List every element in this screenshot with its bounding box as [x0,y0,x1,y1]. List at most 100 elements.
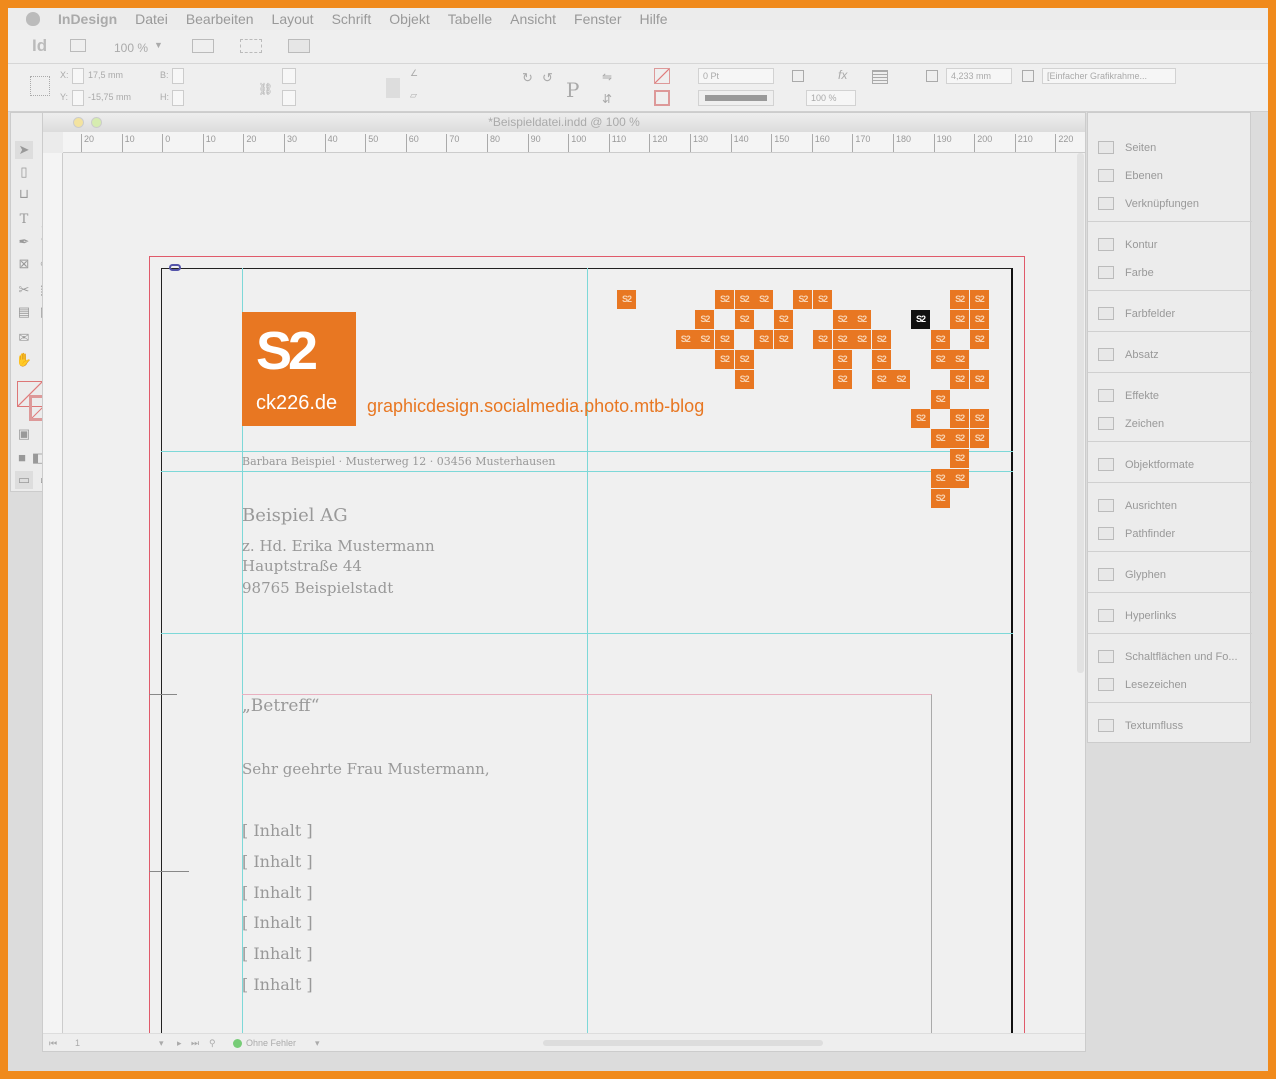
x-field[interactable]: 17,5 mm [88,70,123,80]
logo-block[interactable]: S2 ck226.de [242,312,356,426]
panel-item-glyphen[interactable]: Glyphen [1088,562,1252,588]
panel-item-objektformate[interactable]: Objektformate [1088,452,1252,478]
apple-menu-icon[interactable] [26,12,40,26]
pattern-tile[interactable]: S2 [969,309,989,329]
pattern-tile[interactable]: S2 [832,349,852,369]
y-field[interactable]: -15,75 mm [88,92,131,102]
pattern-tile[interactable]: S2 [871,369,891,389]
page-number-field[interactable]: 1 [75,1034,80,1052]
pattern-tile[interactable]: S2 [950,429,970,449]
menu-fenster[interactable]: Fenster [574,11,621,27]
pen-tool-icon[interactable]: ✒ [15,233,33,251]
x-stepper[interactable] [72,68,84,84]
panel-item-absatz[interactable]: Absatz [1088,342,1252,368]
pattern-tile[interactable]: S2 [754,329,774,349]
constrain-proportions-icon[interactable]: ⛓ [258,82,273,96]
pattern-tile[interactable]: S2 [930,329,950,349]
screen-mode-icon[interactable] [240,39,262,53]
formatting-container-icon[interactable]: ▣ [15,425,33,443]
pattern-tile[interactable]: S2 [734,309,754,329]
menu-objekt[interactable]: Objekt [389,11,429,27]
horizontal-scrollbar[interactable] [543,1040,823,1046]
panel-item-schaltflächen-und-fo-[interactable]: Schaltflächen und Fo... [1088,644,1252,670]
pattern-tile[interactable]: S2 [675,329,695,349]
text-frame-body[interactable] [242,694,932,1033]
reference-point-icon[interactable] [30,76,50,96]
menu-layout[interactable]: Layout [272,11,314,27]
note-tool-icon[interactable]: ✉ [15,329,33,347]
pattern-tile[interactable]: S2 [950,469,970,489]
minimize-button[interactable] [73,117,84,128]
panel-item-kontur[interactable]: Kontur [1088,232,1252,258]
first-page-icon[interactable]: ⏮ [49,1034,57,1052]
flip-vertical-icon[interactable]: ⇵ [602,92,612,106]
menu-hilfe[interactable]: Hilfe [640,11,668,27]
pattern-tile[interactable]: S2 [773,309,793,329]
content-collector-icon[interactable]: ⊔ [15,185,33,203]
opacity-field[interactable]: 100 % [806,90,856,106]
pattern-tile[interactable]: S2 [950,309,970,329]
menu-ansicht[interactable]: Ansicht [510,11,556,27]
corner-offset-field[interactable]: 4,233 mm [946,68,1012,84]
h-stepper[interactable] [172,90,184,106]
arrange-documents-icon[interactable] [288,39,310,53]
type-tool-icon[interactable]: T [15,211,33,229]
horizontal-ruler[interactable]: 20 10 0 10 20 30 40 50 60 70 80 90 100 110 120 130 140 15… [63,132,1085,153]
stroke-type-select[interactable] [698,90,774,106]
pattern-tile[interactable]: S2 [891,369,911,389]
menu-app[interactable]: InDesign [58,11,117,27]
object-style-select[interactable]: [Einfacher Grafikrahme... [1042,68,1176,84]
pattern-tile[interactable]: S2 [969,329,989,349]
pattern-tile[interactable]: S2 [832,309,852,329]
vertical-scrollbar[interactable] [1077,153,1084,673]
zoom-select[interactable]: 100 % [114,41,148,55]
panel-item-effekte[interactable]: Effekte [1088,383,1252,409]
y-stepper[interactable] [72,90,84,106]
pattern-tile[interactable]: S2 [852,309,872,329]
next-page-icon[interactable]: ▸ [177,1034,182,1052]
pattern-tile[interactable]: S2 [695,329,715,349]
frame-fitting-icon[interactable] [926,70,938,82]
pattern-tile[interactable]: S2 [617,290,636,309]
zoom-button[interactable] [91,117,102,128]
pattern-tile[interactable]: S2 [852,329,872,349]
text-wrap-icon[interactable] [872,70,888,84]
panel-item-ebenen[interactable]: Ebenen [1088,163,1252,189]
menu-bearbeiten[interactable]: Bearbeiten [186,11,254,27]
pattern-tile[interactable]: S2 [773,329,793,349]
scale-y-icon[interactable] [282,90,296,106]
flip-horizontal-icon[interactable]: ⇋ [602,70,612,84]
panel-item-hyperlinks[interactable]: Hyperlinks [1088,603,1252,629]
pattern-tile[interactable]: S2 [813,290,832,309]
panel-item-textumfluss[interactable]: Textumfluss [1088,713,1252,739]
pasteboard[interactable]: S2 ck226.de graphicdesign.socialmedia.ph… [63,153,1085,1033]
pattern-tile[interactable]: S2 [715,349,734,369]
pattern-tile[interactable]: S2 [695,309,715,329]
preflight-status[interactable]: Ohne Fehler [246,1034,296,1052]
pattern-tile[interactable]: S2 [832,369,852,389]
menu-schrift[interactable]: Schrift [332,11,372,27]
pattern-tile[interactable]: S2 [871,349,891,369]
pattern-tile[interactable]: S2 [969,429,989,449]
pattern-tile[interactable]: S2 [871,329,891,349]
scale-x-icon[interactable] [282,68,296,84]
pattern-tile[interactable]: S2 [950,290,970,309]
selection-tool-icon[interactable]: ➤ [15,141,33,159]
w-stepper[interactable] [172,68,184,84]
vertical-ruler[interactable] [43,153,63,1033]
pattern-tile[interactable]: S2 [930,429,950,449]
rotate-angle-icon[interactable]: ∠ [410,68,418,79]
pattern-tile[interactable]: S2 [911,409,930,429]
pattern-tile[interactable]: S2 [911,309,930,329]
pattern-tile[interactable]: S2 [734,290,754,309]
panel-item-farbfelder[interactable]: Farbfelder [1088,301,1252,327]
pattern-tile[interactable]: S2 [969,369,989,389]
panel-item-farbe[interactable]: Farbe [1088,260,1252,286]
menu-datei[interactable]: Datei [135,11,168,27]
zoom-chevron-icon[interactable]: ▼ [154,40,163,50]
pattern-tile[interactable]: S2 [950,369,970,389]
pattern-tile[interactable]: S2 [969,290,989,309]
scissors-tool-icon[interactable]: ✂ [15,281,33,299]
drop-shadow-icon[interactable] [792,70,804,82]
text-path-icon[interactable]: P [566,78,579,102]
